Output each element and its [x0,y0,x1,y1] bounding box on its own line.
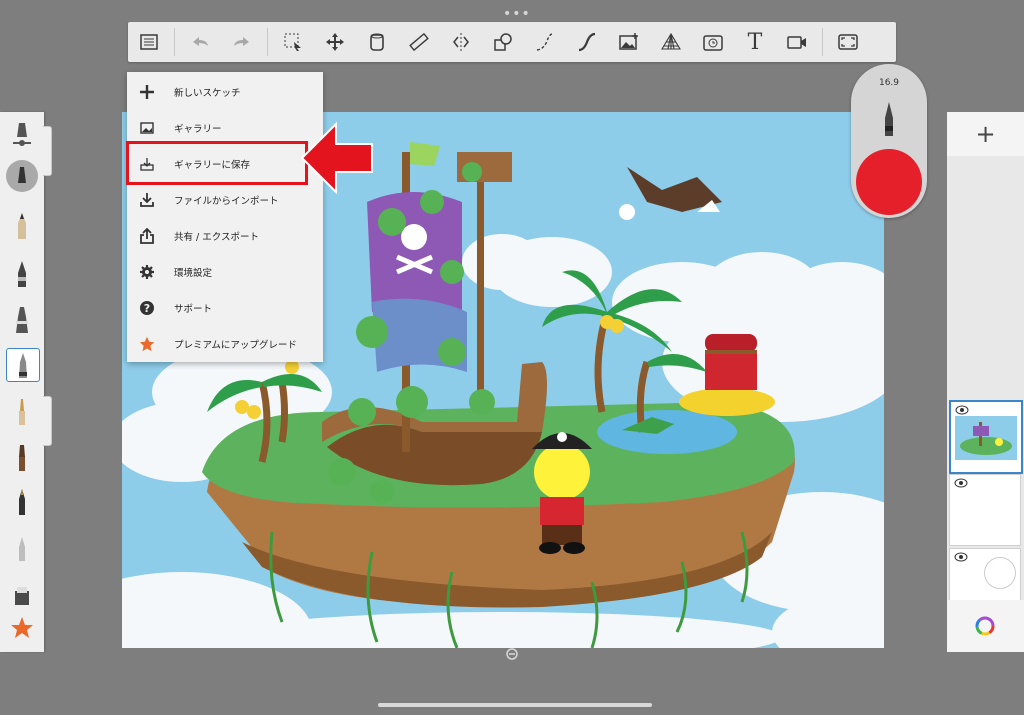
fullscreen-icon[interactable] [832,26,864,58]
home-indicator[interactable] [378,703,652,707]
video-icon[interactable] [781,26,813,58]
brush-size-value: 16.9 [878,78,900,88]
help-icon: ? [139,300,155,316]
curve-icon[interactable] [571,26,603,58]
shapes-icon[interactable] [487,26,519,58]
brush-preview-icon [885,102,893,136]
menu-item-import-file[interactable]: ファイルからインポート [127,182,323,218]
stroke-icon[interactable] [529,26,561,58]
share-icon [139,228,155,244]
brush-opacity-puck-icon[interactable] [6,160,38,192]
layer-thumbnail-2[interactable] [949,474,1021,546]
menu-item-preferences[interactable]: 環境設定 [127,254,323,290]
layer-canister-icon[interactable] [361,26,393,58]
eye-icon[interactable] [954,478,968,488]
top-toolbar: T [128,22,896,62]
flat-brush-icon[interactable] [6,442,38,474]
pointer-arrow-icon [300,122,373,194]
gallery-icon [139,120,155,136]
ink-pen-icon[interactable] [6,258,38,290]
brush-puck[interactable]: 16.9 [851,64,927,218]
airbrush-icon-selected[interactable] [6,348,40,382]
marker-icon[interactable] [6,304,38,336]
layers-panel: + [947,112,1024,652]
text-icon[interactable]: T [739,26,771,58]
menu-item-new-sketch[interactable]: 新しいスケッチ [127,74,323,110]
smudge-tool-icon[interactable] [6,580,38,612]
premium-star-icon[interactable] [6,612,38,644]
eraser-brush-icon[interactable] [6,532,38,564]
symmetry-icon[interactable] [445,26,477,58]
paint-brush-icon[interactable] [6,396,38,428]
color-wheel-icon [975,616,995,636]
add-layer-button[interactable]: + [947,112,1024,156]
undo-icon[interactable] [184,26,216,58]
eye-icon[interactable] [955,405,969,415]
main-menu: 新しいスケッチ ギャラリー ギャラリーに保存 ファイルからインポート 共有 / … [127,72,323,362]
left-toolbar-tab-bottom[interactable] [43,396,52,446]
calligraphy-pen-icon[interactable] [6,486,38,518]
timelapse-icon[interactable] [697,26,729,58]
left-toolbar-tab-top[interactable] [43,126,52,176]
top-handle[interactable]: ••• [503,6,531,22]
background-color-circle[interactable] [984,557,1016,589]
image-add-icon[interactable] [613,26,645,58]
redo-icon[interactable] [226,26,258,58]
eye-icon[interactable] [954,552,968,562]
perspective-icon[interactable] [655,26,687,58]
svg-text:?: ? [144,302,150,315]
brush-size-slider-icon[interactable] [6,118,38,150]
star-icon [139,336,155,352]
highlight-box [126,141,308,185]
import-icon [139,192,155,208]
menu-item-upgrade-premium[interactable]: プレミアムにアップグレード [127,326,323,362]
color-wheel-button[interactable] [947,600,1024,652]
gear-icon [139,264,155,280]
transform-icon[interactable] [319,26,351,58]
brush-toolbar [0,112,44,652]
current-color-swatch[interactable] [856,149,922,215]
plus-icon [139,84,155,100]
ruler-icon[interactable] [403,26,435,58]
canvas-handle-icon[interactable] [504,648,520,660]
list-icon[interactable] [133,26,165,58]
menu-item-support[interactable]: ? サポート [127,290,323,326]
select-icon[interactable] [277,26,309,58]
pencil-icon[interactable] [6,210,38,242]
menu-item-share-export[interactable]: 共有 / エクスポート [127,218,323,254]
layer-thumbnail-1[interactable] [949,400,1023,474]
